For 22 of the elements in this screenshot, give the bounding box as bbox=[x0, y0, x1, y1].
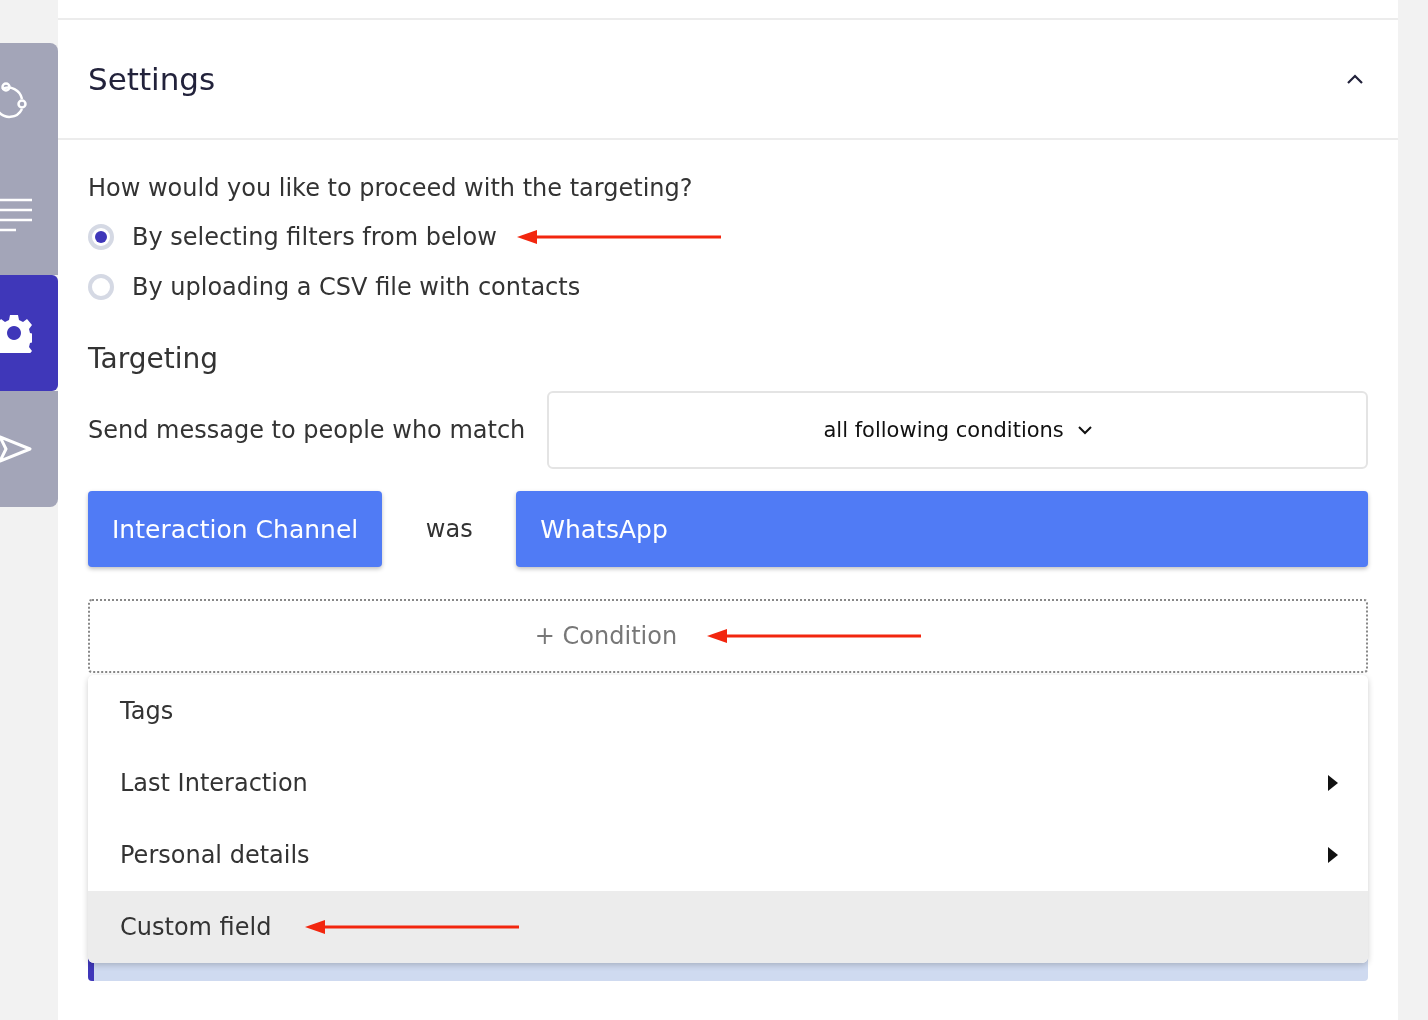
section-title: Settings bbox=[88, 61, 216, 97]
radio-label: By uploading a CSV file with contacts bbox=[132, 273, 581, 301]
operator-text: was bbox=[424, 515, 474, 543]
value-chip[interactable]: WhatsApp bbox=[516, 491, 1368, 567]
menu-item[interactable]: Last Interaction bbox=[88, 747, 1368, 819]
menu-item[interactable]: Personal details bbox=[88, 819, 1368, 891]
radio-label: By selecting filters from below bbox=[132, 223, 497, 251]
match-label: Send message to people who match bbox=[88, 416, 526, 444]
sidebar-item[interactable] bbox=[0, 275, 58, 391]
chevron-up-icon bbox=[1346, 73, 1364, 85]
menu-item[interactable]: Tags bbox=[88, 675, 1368, 747]
nodes-icon bbox=[0, 81, 30, 121]
question-text: How would you like to proceed with the targeting? bbox=[88, 174, 694, 202]
subsection-title: Targeting bbox=[88, 342, 219, 375]
radio-button[interactable] bbox=[88, 274, 114, 300]
add-condition-button[interactable]: + Condition bbox=[88, 599, 1368, 673]
menu-item[interactable]: Custom field bbox=[88, 891, 1368, 963]
match-dropdown[interactable]: all following conditions bbox=[547, 391, 1368, 469]
radio-button[interactable] bbox=[88, 224, 114, 250]
field-chip[interactable]: Interaction Channel bbox=[88, 491, 383, 567]
gear-icon bbox=[0, 313, 32, 353]
chevron-down-icon bbox=[1077, 425, 1092, 435]
